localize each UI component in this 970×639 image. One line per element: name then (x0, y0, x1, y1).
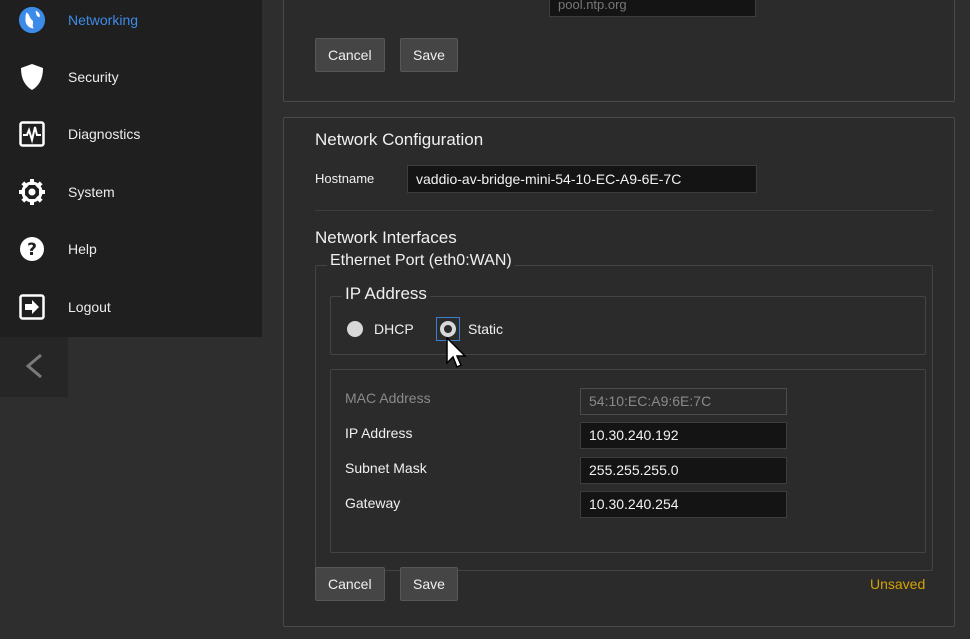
sidebar-item-help[interactable]: ? Help (0, 221, 262, 277)
static-radio[interactable] (440, 321, 456, 337)
section-title: Network Configuration (315, 130, 484, 149)
save-button[interactable]: Save (400, 38, 458, 72)
question-icon: ? (18, 235, 46, 263)
ntp-server-field[interactable]: pool.ntp.org (549, 0, 756, 17)
sidebar-item-networking[interactable]: Networking (0, 0, 262, 48)
gateway-label: Gateway (345, 495, 401, 511)
static-label[interactable]: Static (468, 321, 503, 337)
sidebar-item-label: Help (68, 241, 97, 257)
globe-icon (18, 6, 46, 34)
interfaces-title: Network Interfaces (315, 228, 457, 247)
dhcp-radio[interactable] (347, 321, 363, 337)
ip-mode-title: IP Address (342, 284, 430, 304)
sidebar-item-security[interactable]: Security (0, 49, 262, 105)
network-configuration-panel: Network Configuration Hostname vaddio-av… (283, 117, 955, 627)
sidebar-item-label: Diagnostics (68, 126, 141, 142)
sidebar: Networking Security Diagnostics System ?… (0, 0, 262, 337)
subnet-mask-input[interactable]: 255.255.255.0 (580, 457, 787, 484)
ethernet-port-title: Ethernet Port (eth0:WAN) (327, 252, 515, 270)
hostname-label: Hostname (315, 171, 375, 186)
gateway-input[interactable]: 10.30.240.254 (580, 491, 787, 518)
radio-dot (444, 325, 452, 333)
sidebar-item-logout[interactable]: Logout (0, 279, 262, 335)
shield-icon (18, 63, 46, 91)
ip-address-input[interactable]: 10.30.240.192 (580, 422, 787, 449)
cancel-button[interactable]: Cancel (315, 38, 385, 72)
save-button[interactable]: Save (400, 567, 458, 601)
chevron-left-icon (23, 352, 45, 383)
cancel-button[interactable]: Cancel (315, 567, 385, 601)
ip-address-label: IP Address (345, 425, 413, 441)
sidebar-item-diagnostics[interactable]: Diagnostics (0, 106, 262, 162)
ip-mode-fieldset (330, 296, 926, 355)
dhcp-label[interactable]: DHCP (374, 321, 414, 337)
gear-icon (18, 178, 46, 206)
subnet-mask-label: Subnet Mask (345, 460, 427, 476)
sidebar-item-system[interactable]: System (0, 164, 262, 220)
time-settings-panel: pool.ntp.org Cancel Save (283, 0, 955, 102)
svg-text:?: ? (27, 240, 37, 260)
unsaved-status: Unsaved (870, 576, 926, 592)
logout-icon (18, 293, 46, 321)
sidebar-item-label: System (68, 184, 115, 200)
pulse-icon (18, 120, 46, 148)
divider (315, 210, 933, 211)
hostname-input[interactable]: vaddio-av-bridge-mini-54-10-EC-A9-6E-7C (407, 165, 757, 193)
sidebar-item-label: Logout (68, 299, 111, 315)
sidebar-collapse-button[interactable] (0, 337, 68, 397)
sidebar-item-label: Networking (68, 12, 139, 28)
sidebar-item-label: Security (68, 69, 119, 85)
mac-address-field: 54:10:EC:A9:6E:7C (580, 388, 787, 415)
mac-address-label: MAC Address (345, 390, 431, 406)
mouse-cursor-icon (446, 337, 467, 369)
